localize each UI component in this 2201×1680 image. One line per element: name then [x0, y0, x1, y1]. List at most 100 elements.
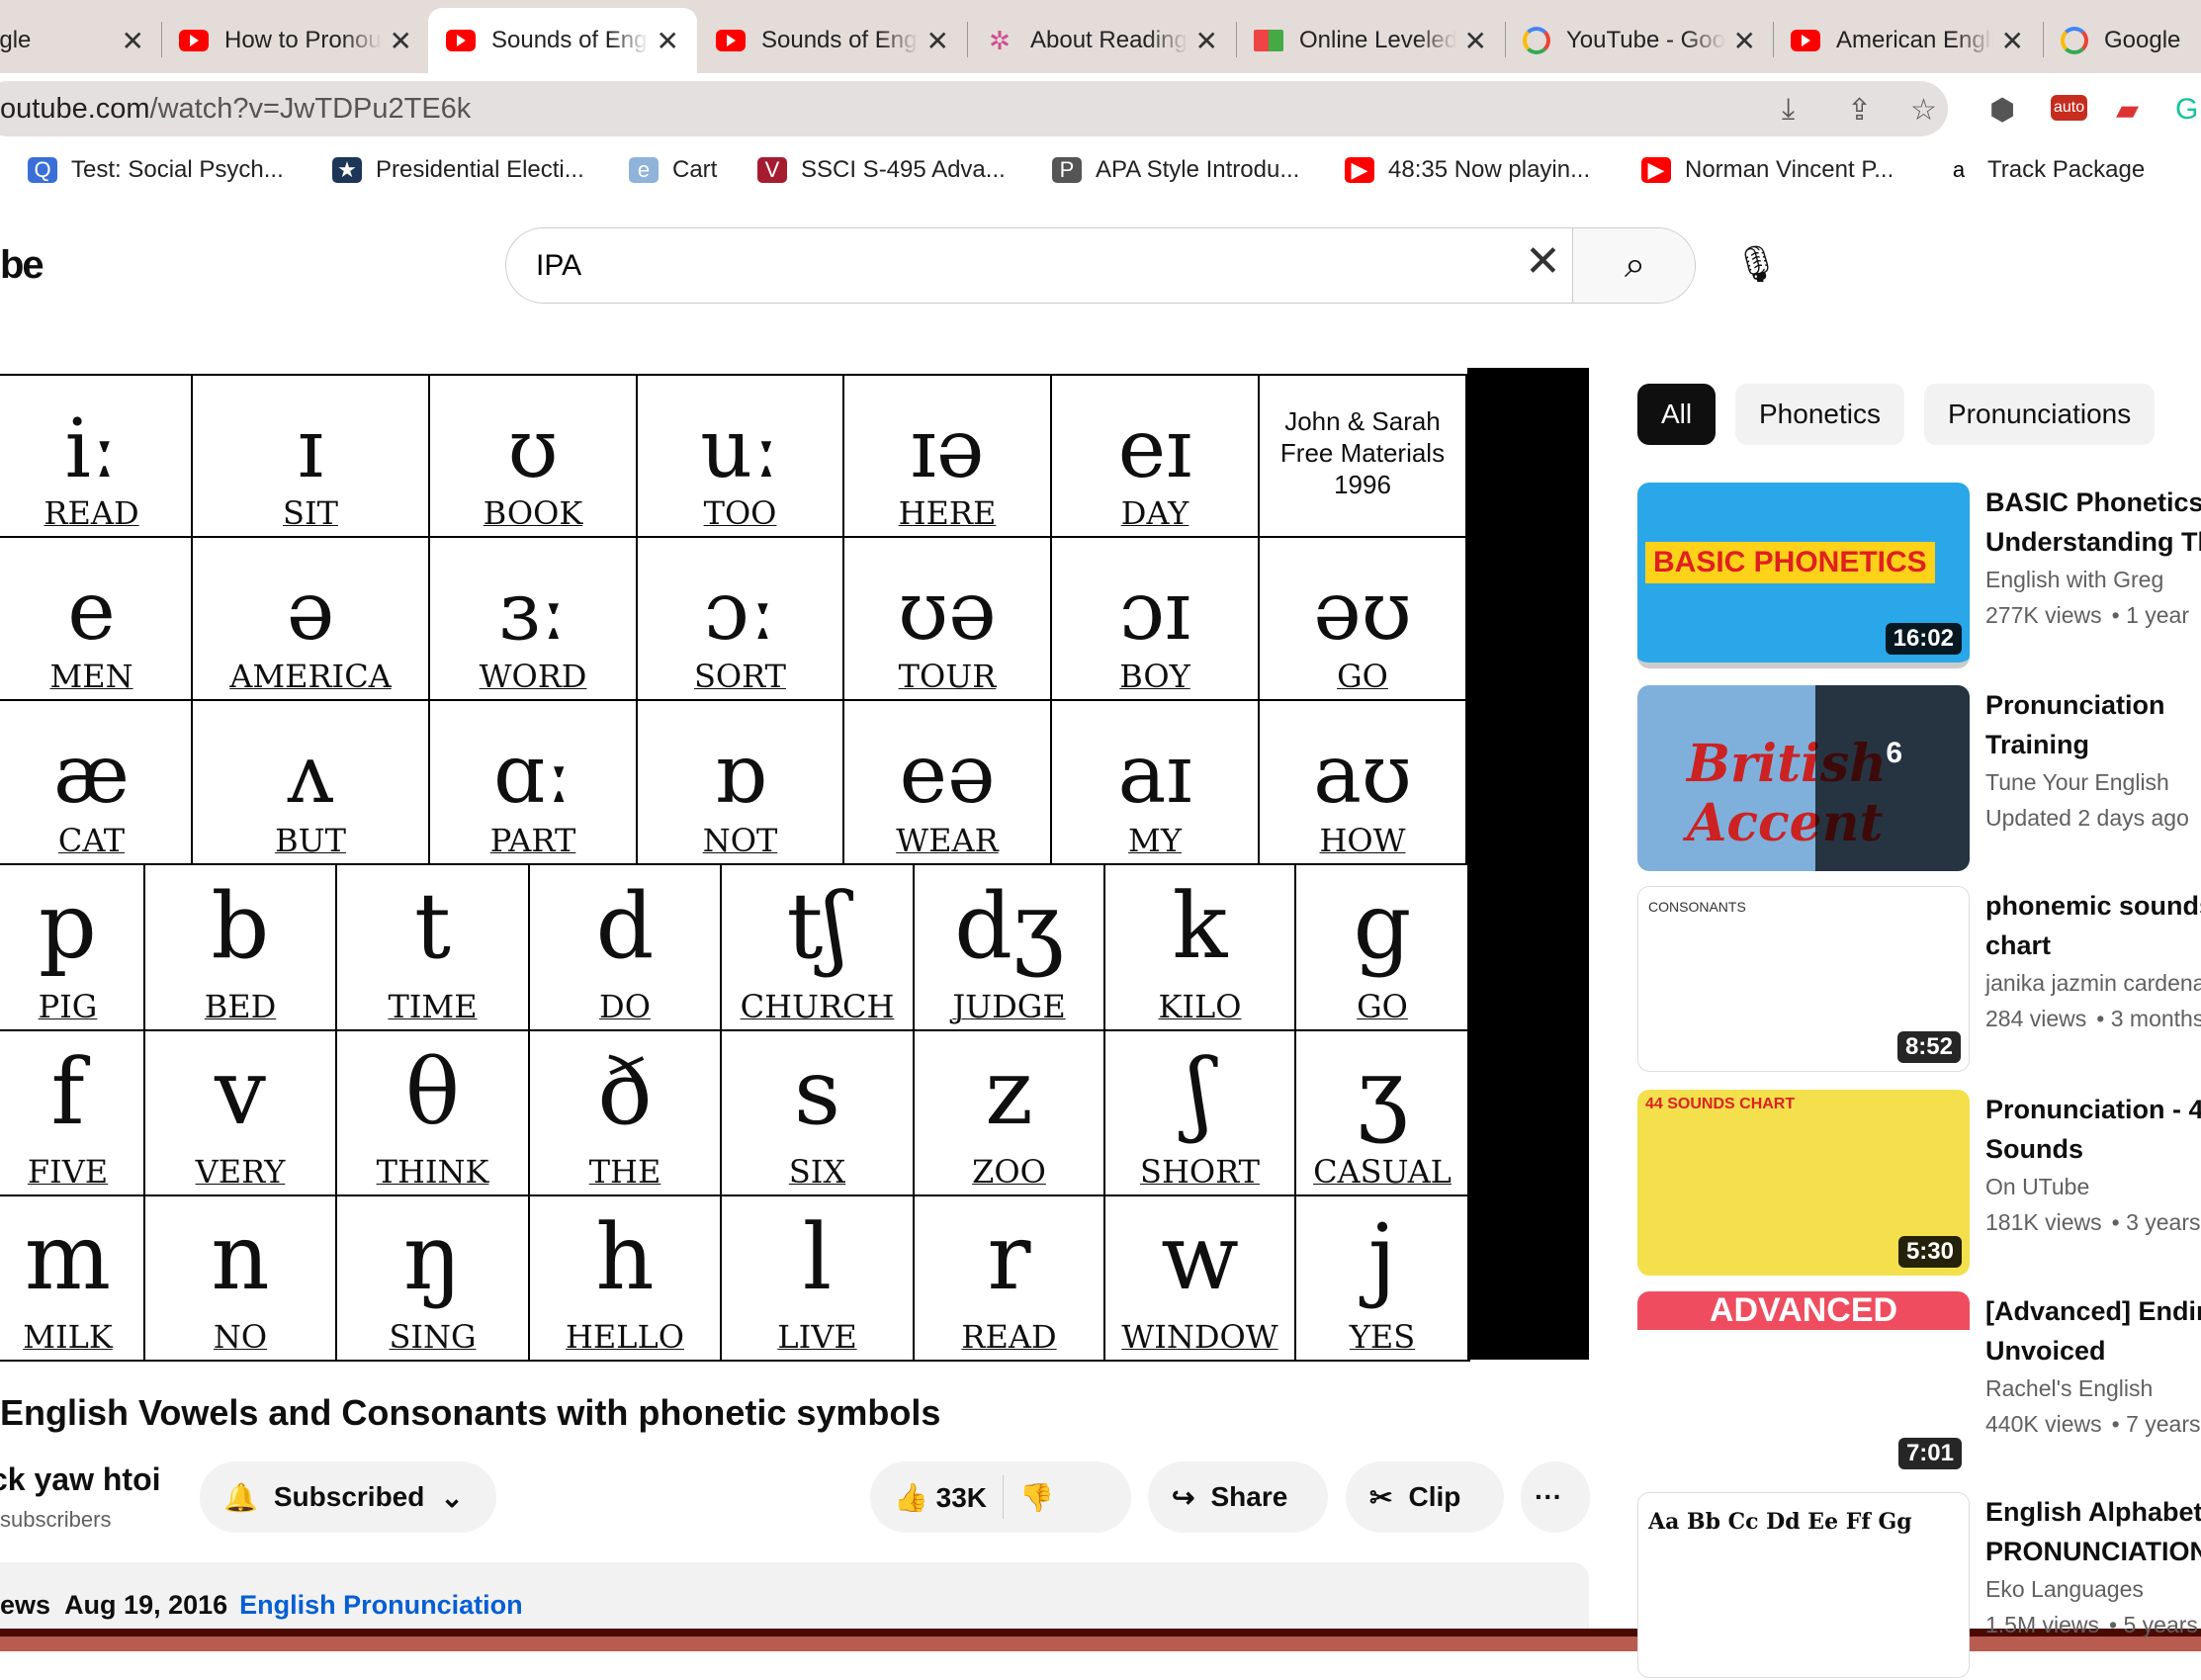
- bookmark-item[interactable]: Q Test: Social Psych...: [28, 156, 284, 184]
- grammarly-icon[interactable]: G: [2175, 93, 2198, 127]
- bookmark-star-icon[interactable]: ☆: [1910, 93, 1937, 128]
- tab-0[interactable]: Google ✕: [0, 8, 162, 73]
- install-icon[interactable]: ⤓: [1782, 93, 1795, 127]
- bookmark-item[interactable]: P APA Style Introdu...: [1052, 156, 1299, 184]
- bookmark-item[interactable]: e Cart: [629, 156, 717, 184]
- bookmark-item[interactable]: ▶ Norman Vincent P...: [1641, 156, 1893, 184]
- example-word: TIME: [388, 988, 478, 1025]
- video-title[interactable]: phonemic sounds chart: [1985, 886, 2201, 965]
- channel-name[interactable]: English with Greg: [1985, 562, 2201, 597]
- like-button[interactable]: 👍 33K: [894, 1481, 987, 1514]
- video-thumbnail[interactable]: ADVANCED 7:01: [1637, 1291, 1970, 1477]
- thumbnail-text: CONSONANTS: [1648, 899, 1746, 915]
- video-thumbnail[interactable]: BASIC PHONETICS 16:02: [1637, 483, 1970, 668]
- share-page-icon[interactable]: ⇪: [1847, 93, 1872, 128]
- view-info: 440K views • 7 years: [1985, 1406, 2201, 1442]
- upload-date: Aug 19, 2016: [64, 1590, 228, 1620]
- channel-name[interactable]: janika jazmin cardenas: [1985, 965, 2201, 1001]
- close-tab-icon[interactable]: ✕: [1195, 25, 1218, 57]
- close-tab-icon[interactable]: ✕: [657, 25, 679, 57]
- close-tab-icon[interactable]: ✕: [2001, 25, 2024, 57]
- video-thumbnail[interactable]: Aa Bb Cc Dd Ee Ff Gg: [1637, 1492, 1970, 1678]
- tab-5[interactable]: Online Leveled ✕: [1236, 8, 1505, 73]
- url-text[interactable]: outube.com/watch?v=JwTDPu2TE6k: [0, 93, 471, 126]
- hashtag-link[interactable]: English Pronunciation: [239, 1590, 523, 1620]
- tab-title: Sounds of English: [491, 27, 649, 53]
- extension-check-icon[interactable]: ▰: [2116, 93, 2139, 128]
- tab-4[interactable]: ✲ About Reading ✕: [967, 8, 1236, 73]
- search-input[interactable]: [536, 228, 1525, 303]
- filter-chip[interactable]: All: [1637, 384, 1717, 445]
- upload-age: • 3 months: [2096, 1006, 2201, 1031]
- video-thumbnail[interactable]: British Accent 6: [1637, 685, 1970, 871]
- bookmark-item[interactable]: ▶ 48:35 Now playin...: [1345, 156, 1590, 184]
- tab-8[interactable]: Google: [2043, 8, 2201, 73]
- clear-search-icon[interactable]: ✕: [1525, 236, 1561, 287]
- video-meta: [Advanced] Ending Unvoiced ConsonantsRac…: [1985, 1291, 2201, 1442]
- ipa-symbol: m: [24, 1204, 112, 1310]
- bookmark-item[interactable]: V SSCI S-495 Adva...: [757, 156, 1006, 184]
- share-button[interactable]: ↪ Share: [1148, 1461, 1328, 1533]
- view-count: 440K views: [1985, 1411, 2102, 1437]
- tab-6[interactable]: YouTube - Google ✕: [1505, 8, 1774, 73]
- close-tab-icon[interactable]: ✕: [122, 25, 144, 57]
- recommended-video[interactable]: Aa Bb Cc Dd Ee Ff Gg English Alphabet PRO…: [1637, 1492, 2201, 1680]
- example-word: DAY: [1120, 494, 1189, 532]
- dislike-button[interactable]: 👎: [1019, 1481, 1054, 1514]
- tab-3[interactable]: Sounds of English ✕: [698, 8, 967, 73]
- close-tab-icon[interactable]: ✕: [1464, 25, 1487, 57]
- close-tab-icon[interactable]: ✕: [390, 25, 412, 57]
- subscribed-button[interactable]: 🔔 Subscribed ⌄: [200, 1461, 496, 1533]
- filter-chip[interactable]: Phonetics: [1735, 384, 1904, 445]
- video-title[interactable]: English Alphabet PRONUNCIATION: [1985, 1492, 2201, 1571]
- ipa-symbol: p: [39, 873, 97, 979]
- channel-name[interactable]: Tune Your English: [1985, 764, 2201, 800]
- youtube-icon: [1791, 30, 1820, 51]
- recommended-video[interactable]: CONSONANTS 8:52 phonemic sounds chart janik…: [1637, 886, 2201, 1074]
- ipa-symbol: r: [987, 1204, 1031, 1310]
- example-word: JUDGE: [952, 988, 1066, 1025]
- tab-7[interactable]: American English ✕: [1773, 8, 2042, 73]
- view-count: 284 views: [1985, 1006, 2087, 1031]
- extension-hex-icon[interactable]: ⬢: [1989, 93, 2015, 128]
- tab-separator: [2043, 22, 2044, 57]
- bookmark-favicon-icon: ▶: [1345, 157, 1374, 183]
- microphone-icon[interactable]: 🎙: [1734, 243, 1780, 285]
- recommended-video[interactable]: British Accent 6 Pronunciation Training Tun…: [1637, 685, 2201, 873]
- close-tab-icon[interactable]: ✕: [926, 25, 949, 57]
- bookmark-item[interactable]: ★ Presidential Electi...: [332, 156, 584, 184]
- example-word: MY: [1128, 822, 1182, 859]
- ipa-symbol: j: [1367, 1204, 1397, 1310]
- close-tab-icon[interactable]: ✕: [1733, 25, 1756, 57]
- video-title[interactable]: [Advanced] Ending Unvoiced Consonants: [1985, 1291, 2201, 1371]
- recommended-video[interactable]: ADVANCED 7:01 [Advanced] Ending Unvoiced C…: [1637, 1291, 2201, 1479]
- channel-name[interactable]: ck yaw htoi: [0, 1461, 161, 1498]
- bookmark-label: Presidential Electi...: [376, 156, 584, 183]
- youtube-logo[interactable]: be: [0, 243, 44, 288]
- channel-name[interactable]: Eko Languages: [1985, 1571, 2201, 1607]
- more-actions-button[interactable]: ···: [1521, 1461, 1590, 1533]
- view-info: Updated 2 days ago: [1985, 800, 2201, 836]
- search-button[interactable]: ⌕: [1572, 228, 1695, 303]
- ipa-symbol: æ: [52, 728, 131, 822]
- channel-name[interactable]: On UTube: [1985, 1169, 2201, 1204]
- clip-button[interactable]: ✂ Clip: [1346, 1461, 1504, 1533]
- ipa-symbol: b: [211, 873, 270, 979]
- ipa-vowel-cell: ə AMERICA: [191, 536, 430, 701]
- recommended-video[interactable]: BASIC PHONETICS 16:02 BASIC Phonetics - Un…: [1637, 483, 2201, 670]
- filter-chip[interactable]: Pronunciations: [1924, 384, 2156, 445]
- tab-title: How to Pronounce: [224, 27, 382, 53]
- example-word: FIVE: [27, 1153, 109, 1191]
- video-title[interactable]: BASIC Phonetics - Understanding The: [1985, 483, 2201, 562]
- recommended-video[interactable]: 44 SOUNDS CHART 5:30 Pronunciation - 44 So…: [1637, 1090, 2201, 1278]
- tab-1[interactable]: How to Pronounce ✕: [161, 8, 430, 73]
- video-title[interactable]: Pronunciation Training: [1985, 685, 2201, 764]
- video-thumbnail[interactable]: CONSONANTS 8:52: [1637, 886, 1970, 1072]
- example-word: YES: [1349, 1318, 1416, 1356]
- video-title[interactable]: Pronunciation - 44 Sounds: [1985, 1090, 2201, 1169]
- channel-name[interactable]: Rachel's English: [1985, 1371, 2201, 1406]
- video-thumbnail[interactable]: 44 SOUNDS CHART 5:30: [1637, 1090, 1970, 1276]
- auto-extension-icon[interactable]: auto: [2051, 95, 2088, 121]
- tab-2[interactable]: Sounds of English ✕: [428, 8, 697, 73]
- bookmark-item[interactable]: a Track Package: [1944, 156, 2145, 184]
